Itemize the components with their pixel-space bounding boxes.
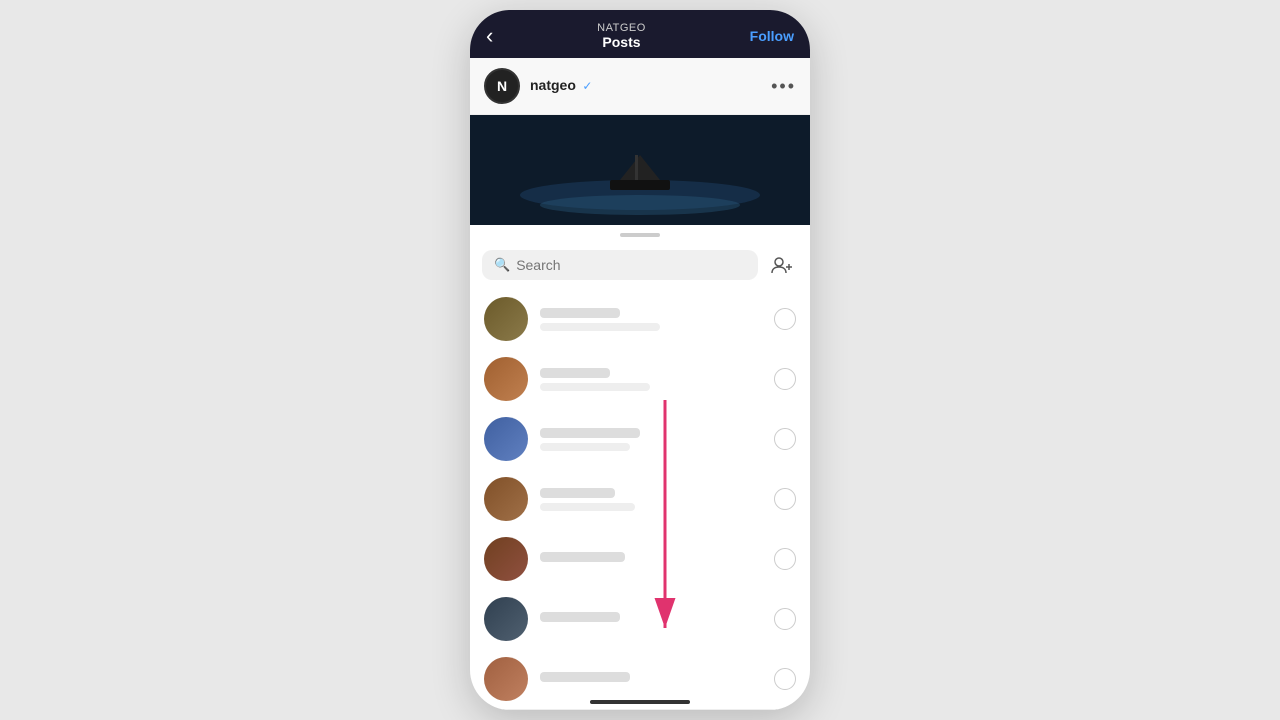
contact-checkbox[interactable] (774, 608, 796, 630)
home-indicator (590, 700, 690, 704)
contact-item[interactable] (470, 589, 810, 649)
search-row: 🔍 (470, 241, 810, 289)
contact-item[interactable] (470, 409, 810, 469)
contact-avatar (484, 477, 528, 521)
contact-checkbox[interactable] (774, 488, 796, 510)
contact-avatar (484, 597, 528, 641)
verified-badge: ✓ (582, 79, 592, 93)
contact-name (540, 672, 630, 682)
follow-button[interactable]: Follow (750, 28, 794, 44)
contact-sub (540, 323, 660, 331)
search-icon: 🔍 (494, 257, 510, 273)
contact-item[interactable] (470, 289, 810, 349)
contact-name (540, 552, 625, 562)
contact-sub (540, 443, 630, 451)
contact-list (470, 289, 810, 709)
contact-sub (540, 503, 635, 511)
contact-avatar (484, 657, 528, 701)
contact-avatar (484, 297, 528, 341)
profile-name: natgeo (530, 77, 576, 93)
contact-avatar (484, 417, 528, 461)
contact-name (540, 428, 640, 438)
contact-avatar (484, 357, 528, 401)
header-posts: Posts (597, 34, 646, 50)
back-button[interactable]: ‹ (486, 23, 493, 49)
search-input[interactable] (516, 257, 746, 273)
contact-item[interactable] (470, 529, 810, 589)
contact-name (540, 308, 620, 318)
contact-name (540, 368, 610, 378)
contact-checkbox[interactable] (774, 308, 796, 330)
action-bar: Add to story Share to... (470, 709, 810, 710)
profile-avatar: N (484, 68, 520, 104)
contact-checkbox[interactable] (774, 368, 796, 390)
contact-name (540, 612, 620, 622)
contact-checkbox[interactable] (774, 668, 796, 690)
contact-sub (540, 383, 650, 391)
contact-item[interactable] (470, 349, 810, 409)
add-friends-button[interactable] (766, 249, 798, 281)
handle-bar (470, 225, 810, 241)
post-image (470, 115, 810, 225)
header-username: NATGEO (597, 22, 646, 34)
contact-name (540, 488, 615, 498)
more-options-button[interactable]: ••• (771, 76, 796, 97)
contact-avatar (484, 537, 528, 581)
contact-checkbox[interactable] (774, 548, 796, 570)
contact-checkbox[interactable] (774, 428, 796, 450)
contact-item[interactable] (470, 469, 810, 529)
